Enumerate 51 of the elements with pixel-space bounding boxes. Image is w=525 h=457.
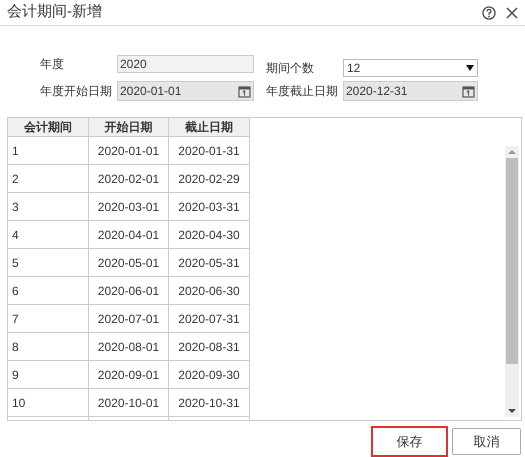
table-cell: 10 (8, 389, 89, 417)
column-header: 截止日期 (169, 118, 250, 137)
table-cell: 2020-03-31 (169, 193, 250, 221)
table-cell: 2020-03-01 (89, 193, 169, 221)
field-label: 年度开始日期 (40, 83, 113, 100)
table-cell: 3 (8, 193, 89, 221)
period-count-select[interactable]: 12 (343, 59, 478, 77)
table-cell: 7 (8, 305, 89, 333)
table-cell: 6 (8, 277, 89, 305)
column-header: 开始日期 (89, 118, 169, 137)
year-field[interactable]: 2020 (117, 55, 254, 73)
table-cell: 2020-10-31 (169, 389, 250, 417)
window-title: 会计期间-新增 (7, 2, 102, 22)
close-icon[interactable] (506, 6, 518, 18)
table-cell: 2020-07-01 (89, 305, 169, 333)
cancel-button[interactable]: 取消 (452, 428, 521, 455)
table-cell: 5 (8, 249, 89, 277)
table-cell: 2020-01-01 (89, 137, 169, 165)
calendar-icon[interactable] (462, 84, 475, 98)
table-cell: 2020-04-30 (169, 221, 250, 249)
table-cell: 2020-08-01 (89, 333, 169, 361)
table-cell: 2020-02-01 (89, 165, 169, 193)
field-label: 期间个数 (266, 60, 315, 77)
calendar-icon[interactable] (238, 84, 251, 98)
table-cell: 2020-05-31 (169, 249, 250, 277)
table-cell: 2020-04-01 (89, 221, 169, 249)
table-cell: 1 (8, 137, 89, 165)
dropdown-arrow-icon (466, 65, 474, 71)
help-icon[interactable] (482, 6, 496, 20)
table-cell: 2020-06-01 (89, 277, 169, 305)
table-cell: 8 (8, 333, 89, 361)
column-header: 会计期间 (8, 118, 89, 137)
table-cell: 4 (8, 221, 89, 249)
field-label: 年度截止日期 (266, 83, 339, 100)
table-cell: 2020-09-30 (169, 361, 250, 389)
table-cell: 2020-10-01 (89, 389, 169, 417)
scrollbar[interactable] (505, 146, 519, 417)
field-label: 年度 (40, 56, 65, 73)
end-date-field[interactable]: 2020-12-31 (343, 81, 478, 101)
table-cell: 2020-07-31 (169, 305, 250, 333)
table-cell: 2020-02-29 (169, 165, 250, 193)
table-cell: 9 (8, 361, 89, 389)
scrollbar-thumb[interactable] (506, 158, 518, 364)
table-cell: 2020-06-30 (169, 277, 250, 305)
table-cell: 2020-09-01 (89, 361, 169, 389)
start-date-field[interactable]: 2020-01-01 (117, 81, 254, 101)
save-button[interactable]: 保存 (371, 426, 448, 457)
table-cell: 2 (8, 165, 89, 193)
table-cell: 2020-08-31 (169, 333, 250, 361)
table-cell: 2020-01-31 (169, 137, 250, 165)
table-cell: 2020-05-01 (89, 249, 169, 277)
